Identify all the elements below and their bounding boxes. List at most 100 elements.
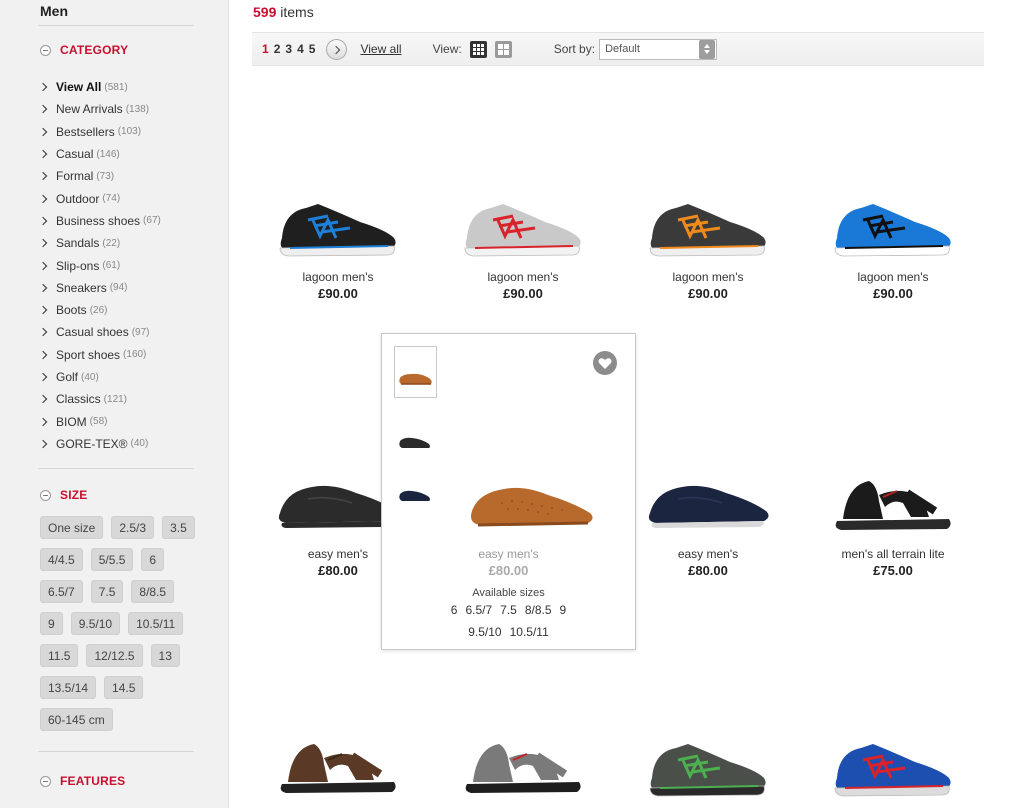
- product-card[interactable]: men's all terrain lite £75.00: [808, 455, 978, 578]
- category-item[interactable]: Formal (73): [38, 165, 161, 187]
- size-option[interactable]: 6.5/7: [465, 603, 492, 617]
- category-header[interactable]: CATEGORY: [40, 43, 128, 57]
- thumbnail-black[interactable]: [394, 416, 437, 468]
- category-item[interactable]: Sneakers (94): [38, 277, 161, 299]
- category-item[interactable]: Bestsellers (103): [38, 121, 161, 143]
- size-option[interactable]: 10.5/11: [510, 625, 549, 639]
- category-item[interactable]: Classics (121): [38, 388, 161, 410]
- product-image[interactable]: [438, 718, 608, 808]
- product-card[interactable]: [808, 718, 978, 808]
- product-name[interactable]: lagoon men's: [253, 270, 423, 284]
- product-image[interactable]: [438, 178, 608, 268]
- category-item-count: (58): [89, 416, 108, 428]
- size-chip[interactable]: 13: [150, 644, 180, 667]
- wishlist-heart-icon[interactable]: [593, 351, 617, 375]
- category-item[interactable]: GORE-TEX® (40): [38, 433, 161, 455]
- divider: [38, 25, 194, 26]
- size-chip[interactable]: 4/4.5: [40, 548, 83, 571]
- chevron-right-icon: [38, 305, 48, 315]
- category-item[interactable]: BIOM (58): [38, 410, 161, 432]
- product-image[interactable]: [253, 718, 423, 808]
- product-image[interactable]: [808, 455, 978, 545]
- category-item-count: (40): [81, 371, 99, 383]
- product-image[interactable]: [253, 178, 423, 268]
- size-chip[interactable]: 10.5/11: [128, 612, 184, 635]
- category-item[interactable]: View All (581): [38, 76, 161, 98]
- product-image[interactable]: [623, 718, 793, 808]
- product-card[interactable]: lagoon men's £90.00: [253, 178, 423, 301]
- size-chip[interactable]: 60-145 cm: [40, 708, 113, 731]
- grid-large-view-icon[interactable]: [494, 40, 512, 58]
- category-item[interactable]: Outdoor (74): [38, 187, 161, 209]
- product-name[interactable]: lagoon men's: [623, 270, 793, 284]
- product-image[interactable]: [462, 469, 602, 539]
- category-item[interactable]: Golf (40): [38, 366, 161, 388]
- size-chip[interactable]: 13.5/14: [40, 676, 97, 699]
- size-chip[interactable]: 5/5.5: [90, 548, 134, 571]
- chevron-right-icon: [38, 82, 48, 92]
- category-item[interactable]: Casual shoes (97): [38, 321, 161, 343]
- product-name[interactable]: lagoon men's: [438, 270, 608, 284]
- category-item-count: (73): [96, 170, 115, 182]
- size-option[interactable]: 8/8.5: [525, 603, 552, 617]
- product-image[interactable]: [623, 178, 793, 268]
- size-chip[interactable]: 12/12.5: [86, 644, 143, 667]
- category-item[interactable]: Casual (146): [38, 143, 161, 165]
- category-item[interactable]: New Arrivals (138): [38, 98, 161, 120]
- product-image[interactable]: [623, 455, 793, 545]
- page-link[interactable]: 2: [274, 42, 281, 56]
- size-option[interactable]: 9.5/10: [468, 625, 501, 639]
- size-chip[interactable]: 7.5: [90, 580, 124, 603]
- size-chip[interactable]: 6: [141, 548, 165, 571]
- size-option[interactable]: 7.5: [500, 603, 517, 617]
- category-item[interactable]: Sport shoes (160): [38, 344, 161, 366]
- product-card[interactable]: [438, 718, 608, 808]
- product-name[interactable]: easy men's: [623, 547, 793, 561]
- quickview-name[interactable]: easy men's: [382, 547, 635, 561]
- product-card[interactable]: [623, 718, 793, 808]
- size-header[interactable]: SIZE: [40, 488, 87, 502]
- page-link[interactable]: 3: [285, 42, 292, 56]
- size-chip[interactable]: 9.5/10: [70, 612, 121, 635]
- size-chip[interactable]: 8/8.5: [131, 580, 175, 603]
- page-link[interactable]: 5: [309, 42, 316, 56]
- category-item-label: Sport shoes: [56, 347, 121, 362]
- product-card[interactable]: lagoon men's £90.00: [623, 178, 793, 301]
- category-item[interactable]: Business shoes (67): [38, 210, 161, 232]
- collapse-icon[interactable]: [40, 489, 51, 501]
- sort-dropdown[interactable]: Default: [599, 38, 718, 60]
- category-item-count: (160): [123, 349, 147, 361]
- size-chip[interactable]: 14.5: [104, 676, 144, 699]
- size-chip[interactable]: 6.5/7: [40, 580, 83, 603]
- thumbnail-brown[interactable]: [394, 346, 437, 398]
- collapse-icon[interactable]: [40, 775, 51, 787]
- product-card[interactable]: [253, 718, 423, 808]
- page-link[interactable]: 1: [262, 42, 269, 56]
- product-image[interactable]: [808, 178, 978, 268]
- size-chip[interactable]: 2.5/3: [111, 516, 155, 539]
- features-header[interactable]: FEATURES: [40, 774, 125, 788]
- size-chip[interactable]: 9: [40, 612, 63, 635]
- size-chip[interactable]: One size: [40, 516, 104, 539]
- size-row: 9 9.5/10 10.5/11: [40, 612, 210, 635]
- size-chip[interactable]: 11.5: [40, 644, 79, 667]
- collapse-icon[interactable]: [40, 44, 51, 56]
- size-chip[interactable]: 3.5: [162, 516, 195, 539]
- product-name[interactable]: men's all terrain lite: [808, 547, 978, 561]
- product-card[interactable]: lagoon men's £90.00: [808, 178, 978, 301]
- size-option[interactable]: 9: [560, 603, 567, 617]
- thumbnail-navy[interactable]: [394, 474, 437, 526]
- next-page-button[interactable]: [326, 38, 348, 60]
- product-card[interactable]: lagoon men's £90.00: [438, 178, 608, 301]
- category-item[interactable]: Sandals (22): [38, 232, 161, 254]
- category-item[interactable]: Boots (26): [38, 299, 161, 321]
- product-name[interactable]: lagoon men's: [808, 270, 978, 284]
- category-item[interactable]: Slip-ons (61): [38, 254, 161, 276]
- product-card[interactable]: easy men's £80.00: [623, 455, 793, 578]
- quickview-card[interactable]: easy men's £80.00 Available sizes 6 6.5/7…: [381, 333, 636, 650]
- page-link[interactable]: 4: [297, 42, 304, 56]
- view-all-link[interactable]: View all: [360, 42, 401, 56]
- grid-small-view-icon[interactable]: [469, 40, 487, 58]
- size-option[interactable]: 6: [451, 603, 458, 617]
- product-image[interactable]: [808, 718, 978, 808]
